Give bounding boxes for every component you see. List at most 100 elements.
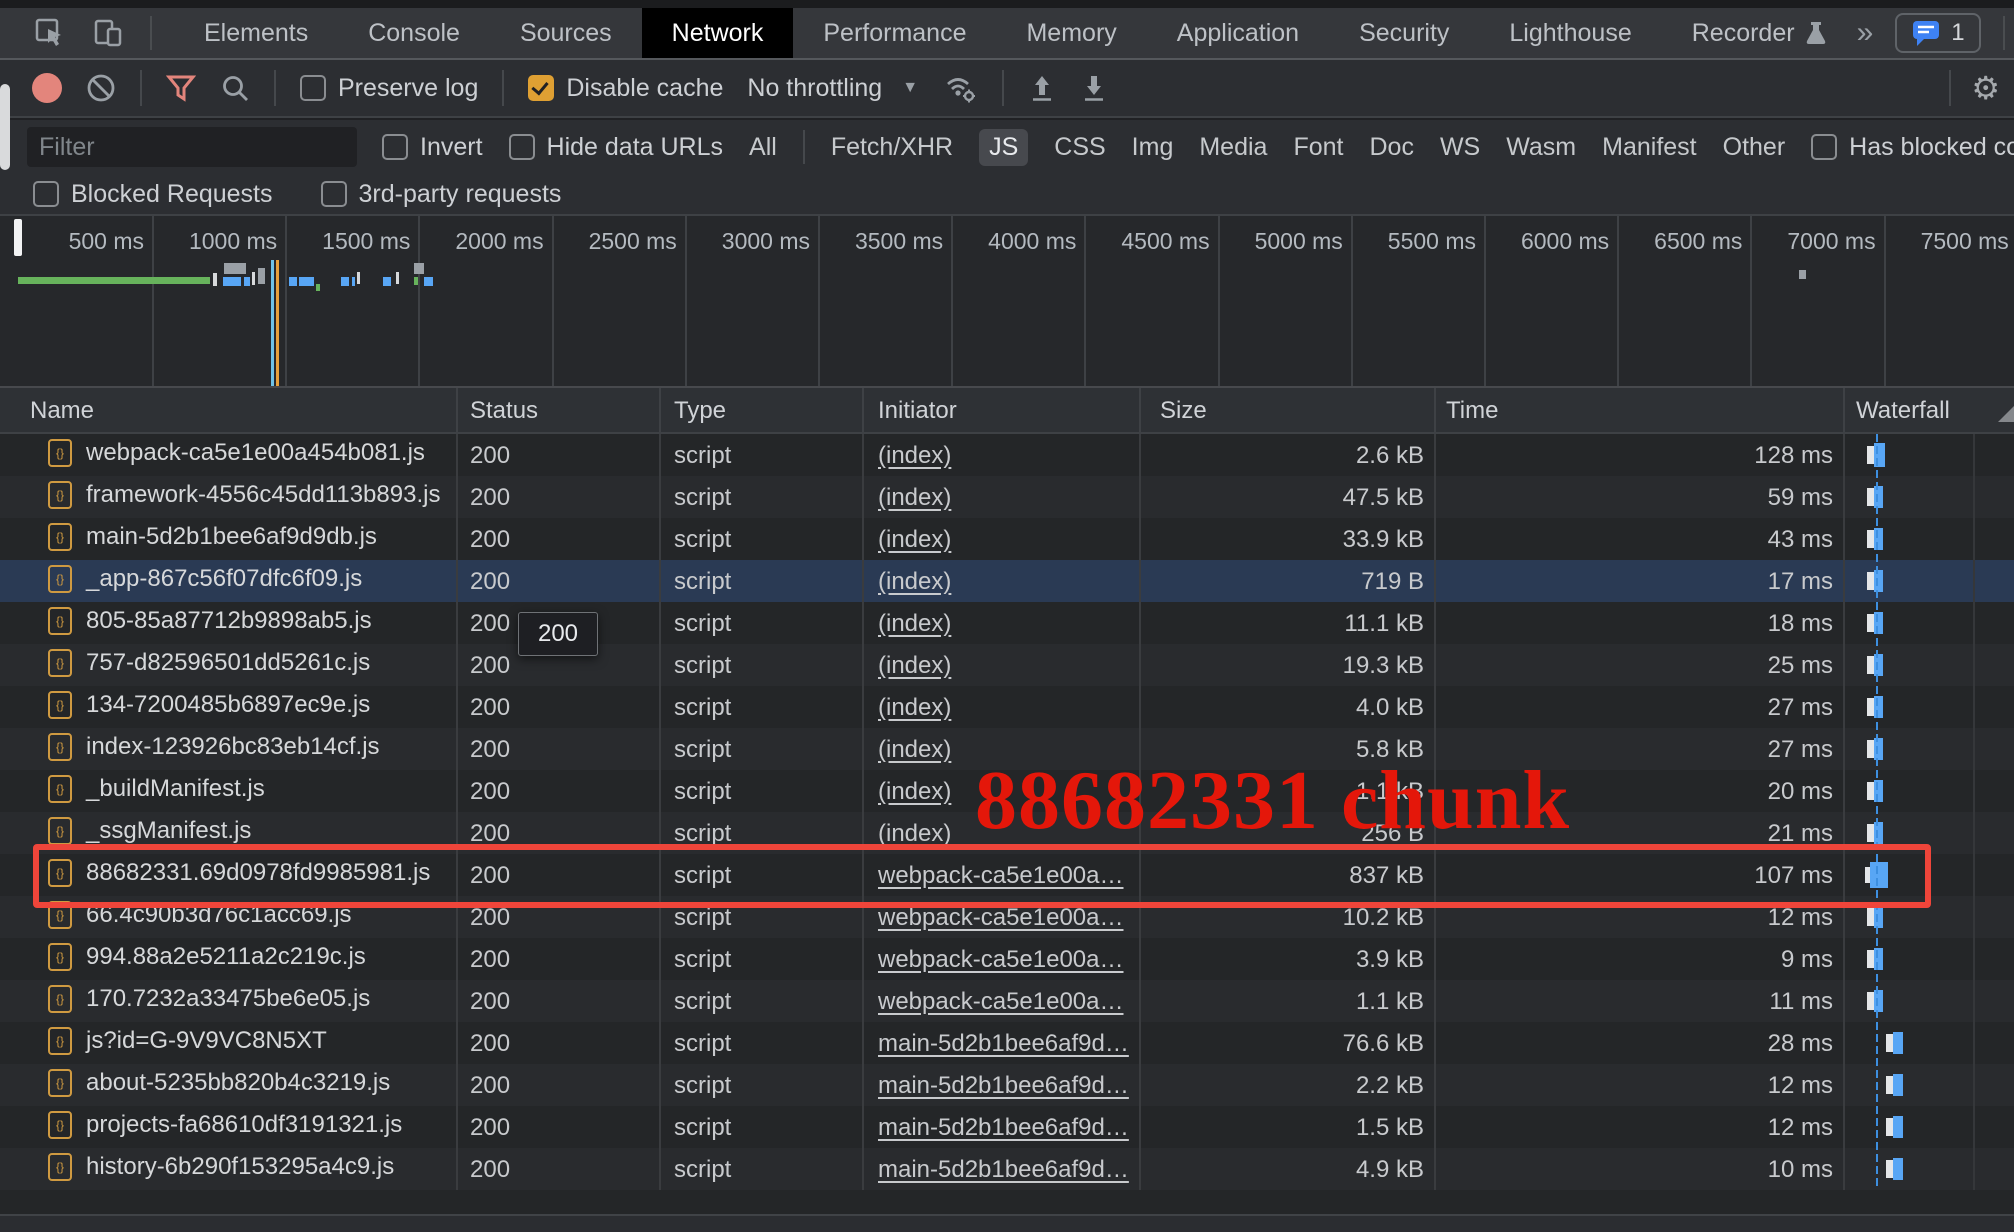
request-name-cell[interactable]: {}805-85a87712b9898ab5.js	[48, 607, 372, 635]
initiator-link[interactable]: webpack-ca5e1e00a…	[878, 904, 1124, 932]
table-row[interactable]: {}main-5d2b1bee6af9d9db.js200script(inde…	[0, 518, 2014, 560]
blocked-requests-box[interactable]	[33, 181, 59, 207]
request-name-cell[interactable]: {}webpack-ca5e1e00a454b081.js	[48, 439, 425, 467]
filter-type-other[interactable]: Other	[1723, 133, 1786, 162]
timeline-scroll-thumb[interactable]	[14, 219, 22, 256]
search-icon[interactable]	[220, 73, 250, 103]
initiator-link[interactable]: (index)	[878, 736, 951, 764]
tab-sources[interactable]: Sources	[490, 8, 642, 58]
table-row[interactable]: {}webpack-ca5e1e00a454b081.js200script(i…	[0, 434, 2014, 476]
column-resizer[interactable]	[1139, 388, 1141, 432]
tab-security[interactable]: Security	[1329, 8, 1479, 58]
table-row[interactable]: {}_app-867c56f07dfc6f09.js200script(inde…	[0, 560, 2014, 602]
column-header-type[interactable]: Type	[674, 397, 726, 425]
network-overview-timeline[interactable]: 500 ms1000 ms1500 ms2000 ms2500 ms3000 m…	[0, 216, 2014, 388]
request-name-cell[interactable]: {}757-d82596501dd5261c.js	[48, 649, 370, 677]
column-resizer[interactable]	[1434, 388, 1436, 432]
request-name-cell[interactable]: {}main-5d2b1bee6af9d9db.js	[48, 523, 377, 551]
initiator-link[interactable]: main-5d2b1bee6af9d…	[878, 1072, 1129, 1100]
record-network-log-icon[interactable]	[32, 73, 62, 103]
preserve-log-checkbox[interactable]: Preserve log	[300, 74, 478, 103]
request-name-cell[interactable]: {}170.7232a33475be6e05.js	[48, 985, 370, 1013]
table-row[interactable]: {}history-6b290f153295a4c9.js200scriptma…	[0, 1148, 2014, 1190]
third-party-checkbox[interactable]: 3rd-party requests	[321, 180, 562, 209]
initiator-link[interactable]: main-5d2b1bee6af9d…	[878, 1156, 1129, 1184]
filter-type-css[interactable]: CSS	[1054, 133, 1105, 162]
network-conditions-icon[interactable]	[942, 72, 978, 104]
tab-lighthouse[interactable]: Lighthouse	[1479, 8, 1661, 58]
request-name-cell[interactable]: {}index-123926bc83eb14cf.js	[48, 733, 380, 761]
request-name-cell[interactable]: {}projects-fa68610df3191321.js	[48, 1111, 402, 1139]
tab-application[interactable]: Application	[1147, 8, 1329, 58]
filter-type-js[interactable]: JS	[979, 129, 1028, 166]
tab-elements[interactable]: Elements	[174, 8, 338, 58]
column-header-initiator[interactable]: Initiator	[878, 397, 957, 425]
inspect-element-icon[interactable]	[34, 17, 66, 49]
column-resizer[interactable]	[456, 388, 458, 432]
tab-console[interactable]: Console	[338, 8, 490, 58]
export-har-icon[interactable]	[1080, 73, 1108, 103]
initiator-link[interactable]: webpack-ca5e1e00a…	[878, 946, 1124, 974]
table-row[interactable]: {}js?id=G-9V9VC8N5XT200scriptmain-5d2b1b…	[0, 1022, 2014, 1064]
request-name-cell[interactable]: {}framework-4556c45dd113b893.js	[48, 481, 440, 509]
filter-type-wasm[interactable]: Wasm	[1506, 133, 1576, 162]
column-header-size[interactable]: Size	[1160, 397, 1207, 425]
initiator-link[interactable]: (index)	[878, 778, 951, 806]
tab-recorder[interactable]: Recorder	[1662, 8, 1857, 58]
request-name-cell[interactable]: {}js?id=G-9V9VC8N5XT	[48, 1027, 327, 1055]
initiator-link[interactable]: (index)	[878, 484, 951, 512]
filter-type-ws[interactable]: WS	[1440, 133, 1480, 162]
initiator-link[interactable]: main-5d2b1bee6af9d…	[878, 1114, 1129, 1142]
tab-network[interactable]: Network	[642, 8, 794, 58]
filter-type-doc[interactable]: Doc	[1369, 133, 1413, 162]
filter-input[interactable]: Filter	[27, 127, 357, 167]
table-row[interactable]: {}170.7232a33475be6e05.js200scriptwebpac…	[0, 980, 2014, 1022]
hide-data-urls-checkbox[interactable]: Hide data URLs	[509, 133, 723, 162]
tab-performance[interactable]: Performance	[793, 8, 996, 58]
disable-cache-box[interactable]	[528, 75, 554, 101]
disable-cache-checkbox[interactable]: Disable cache	[528, 74, 723, 103]
initiator-link[interactable]: (index)	[878, 568, 951, 596]
column-resizer[interactable]	[862, 388, 864, 432]
filter-type-fetchxhr[interactable]: Fetch/XHR	[831, 133, 953, 162]
request-name-cell[interactable]: {}_ssgManifest.js	[48, 817, 251, 845]
network-settings-gear-icon[interactable]: ⚙	[1971, 72, 2000, 104]
initiator-link[interactable]: (index)	[878, 442, 951, 470]
table-row[interactable]: {}134-7200485b6897ec9e.js200script(index…	[0, 686, 2014, 728]
clear-network-log-icon[interactable]	[86, 73, 116, 103]
column-header-name[interactable]: Name	[30, 397, 94, 425]
table-row[interactable]: {}994.88a2e5211a2c219c.js200scriptwebpac…	[0, 938, 2014, 980]
issues-button[interactable]: 1	[1895, 13, 1980, 53]
column-header-status[interactable]: Status	[470, 397, 538, 425]
device-toolbar-icon[interactable]	[92, 17, 124, 49]
column-header-waterfall[interactable]: Waterfall	[1856, 397, 1950, 425]
invert-checkbox[interactable]: Invert	[382, 133, 483, 162]
invert-box[interactable]	[382, 134, 408, 160]
filter-type-media[interactable]: Media	[1199, 133, 1267, 162]
table-row[interactable]: {}about-5235bb820b4c3219.js200scriptmain…	[0, 1064, 2014, 1106]
initiator-link[interactable]: (index)	[878, 652, 951, 680]
filter-icon[interactable]	[166, 73, 196, 103]
initiator-link[interactable]: (index)	[878, 526, 951, 554]
request-name-cell[interactable]: {}_buildManifest.js	[48, 775, 265, 803]
hide-data-urls-box[interactable]	[509, 134, 535, 160]
request-name-cell[interactable]: {}994.88a2e5211a2c219c.js	[48, 943, 366, 971]
column-header-time[interactable]: Time	[1446, 397, 1498, 425]
request-name-cell[interactable]: {}134-7200485b6897ec9e.js	[48, 691, 370, 719]
filter-type-img[interactable]: Img	[1132, 133, 1174, 162]
column-resizer[interactable]	[659, 388, 661, 432]
tab-memory[interactable]: Memory	[996, 8, 1146, 58]
blocked-requests-checkbox[interactable]: Blocked Requests	[33, 180, 273, 209]
table-row[interactable]: {}projects-fa68610df3191321.js200scriptm…	[0, 1106, 2014, 1148]
has-blocked-cookies-box[interactable]	[1811, 134, 1837, 160]
initiator-link[interactable]: webpack-ca5e1e00a…	[878, 988, 1124, 1016]
table-row[interactable]: {}framework-4556c45dd113b893.js200script…	[0, 476, 2014, 518]
import-har-icon[interactable]	[1028, 73, 1056, 103]
request-name-cell[interactable]: {}_app-867c56f07dfc6f09.js	[48, 565, 362, 593]
waterfall-sort-icon[interactable]	[1998, 398, 2014, 422]
third-party-box[interactable]	[321, 181, 347, 207]
filter-type-font[interactable]: Font	[1293, 133, 1343, 162]
filter-type-manifest[interactable]: Manifest	[1602, 133, 1696, 162]
initiator-link[interactable]: (index)	[878, 694, 951, 722]
filter-type-all[interactable]: All	[749, 133, 777, 162]
